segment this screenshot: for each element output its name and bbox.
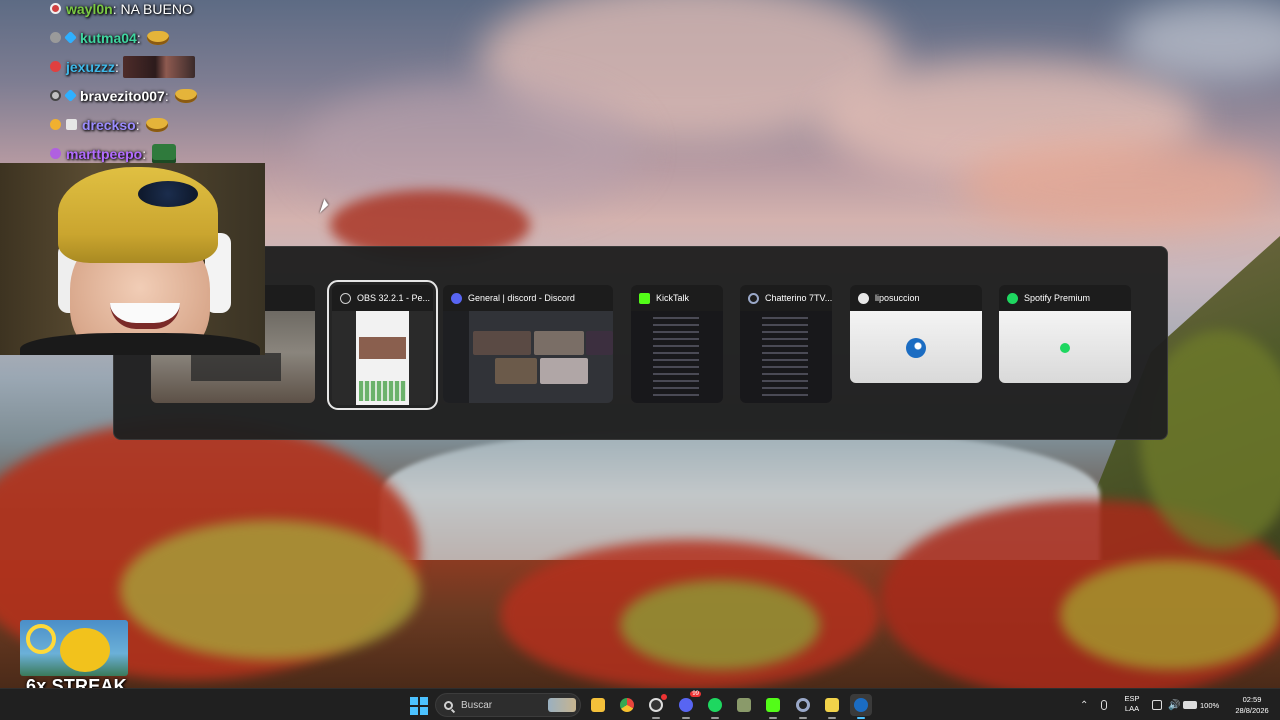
microphone-icon[interactable] bbox=[1101, 700, 1107, 710]
window-title: Chatterino 7TV... bbox=[765, 293, 832, 303]
language-indicator[interactable]: ESP LAA bbox=[1121, 694, 1143, 714]
switcher-window-steam[interactable]: liposuccion bbox=[850, 285, 982, 383]
switcher-window-obs[interactable]: OBS 32.2.1 - Pe... bbox=[327, 280, 438, 410]
window-title-bar: Spotify Premium bbox=[999, 285, 1131, 311]
window-thumbnail bbox=[443, 311, 613, 403]
chatterino-icon bbox=[796, 698, 810, 712]
obs-icon bbox=[649, 698, 663, 712]
chrome-button[interactable] bbox=[616, 694, 638, 716]
switcher-window-chatterino[interactable]: Chatterino 7TV... bbox=[740, 285, 832, 403]
chat-badge-icon bbox=[50, 148, 61, 159]
editor-button[interactable] bbox=[821, 694, 843, 719]
clock-time: 02:59 bbox=[1242, 695, 1262, 704]
stream-chat-overlay: wayl0n : NA BUENO kutma04 : jexuzzz : br… bbox=[50, 0, 280, 168]
kick-icon bbox=[766, 698, 780, 712]
game-icon bbox=[737, 698, 751, 712]
taskbar-search[interactable]: Buscar bbox=[435, 693, 581, 717]
spotify-icon bbox=[708, 698, 722, 712]
clock-date: 28/8/2026 bbox=[1235, 706, 1269, 715]
image-emote-icon bbox=[122, 55, 195, 78]
chat-badge-icon bbox=[50, 32, 61, 43]
steam-icon bbox=[858, 292, 869, 304]
emote-icon bbox=[146, 30, 169, 45]
folder-icon bbox=[591, 698, 605, 712]
start-button[interactable] bbox=[410, 697, 428, 715]
window-thumbnail bbox=[332, 311, 433, 405]
window-title-bar: OBS 32.2.1 - Pe... bbox=[332, 285, 433, 311]
chat-username: dreckso bbox=[82, 116, 136, 133]
battery-percent: 100% bbox=[1200, 700, 1220, 710]
window-thumbnail bbox=[631, 311, 723, 403]
emote-icon bbox=[145, 117, 168, 132]
spotify-button[interactable] bbox=[704, 694, 726, 719]
window-title-bar: KickTalk bbox=[631, 285, 723, 311]
window-title: OBS 32.2.1 - Pe... bbox=[357, 293, 431, 303]
chat-username: wayl0n bbox=[66, 0, 113, 17]
chat-username: jexuzzz bbox=[66, 58, 116, 75]
window-title-bar: liposuccion bbox=[850, 285, 982, 311]
taskbar: Buscar 99 ⌃ ESP LAA 🔊 100% 02:59 28/8/20… bbox=[0, 688, 1280, 720]
diamond-badge-icon bbox=[64, 31, 77, 44]
chat-username: kutma04 bbox=[80, 29, 137, 46]
system-clock[interactable]: 02:59 28/8/2026 bbox=[1226, 694, 1278, 716]
steam-icon bbox=[854, 698, 868, 712]
discord-notification-badge: 99 bbox=[690, 691, 701, 697]
chat-message: dreckso : bbox=[50, 110, 280, 139]
steam-button[interactable] bbox=[850, 694, 872, 719]
chat-badge-icon bbox=[50, 3, 61, 14]
discord-icon bbox=[451, 292, 462, 304]
chat-badge-icon bbox=[50, 119, 61, 130]
file-explorer-button[interactable] bbox=[587, 694, 609, 716]
search-icon bbox=[444, 700, 453, 710]
mod-badge-icon bbox=[66, 119, 77, 130]
window-thumbnail bbox=[850, 311, 982, 383]
chat-message: kutma04 : bbox=[50, 23, 280, 52]
chat-message: bravezito007 : bbox=[50, 81, 280, 110]
chat-username: marttpeepo bbox=[66, 145, 143, 162]
network-icon[interactable] bbox=[1152, 700, 1162, 710]
chat-message: jexuzzz : bbox=[50, 52, 280, 81]
window-title-bar: Chatterino 7TV... bbox=[740, 285, 832, 311]
window-title: liposuccion bbox=[875, 293, 920, 303]
search-highlight-image bbox=[548, 698, 576, 712]
window-thumbnail bbox=[740, 311, 832, 403]
discord-button[interactable]: 99 bbox=[675, 691, 701, 719]
volume-icon[interactable]: 🔊 bbox=[1168, 700, 1180, 711]
chat-badge-icon bbox=[50, 90, 61, 101]
diamond-badge-icon bbox=[64, 89, 77, 102]
discord-icon bbox=[679, 698, 693, 712]
task-switcher: OBS 32.2.1 - Pe... General | discord - D… bbox=[113, 246, 1168, 440]
window-title: General | discord - Discord bbox=[468, 293, 575, 303]
streak-image bbox=[20, 620, 128, 676]
search-placeholder: Buscar bbox=[461, 699, 493, 711]
window-thumbnail bbox=[999, 311, 1131, 383]
obs-icon bbox=[340, 292, 351, 304]
kicktalk-icon bbox=[639, 292, 650, 304]
battery-icon[interactable] bbox=[1183, 701, 1197, 709]
spotify-logo-icon bbox=[1060, 343, 1070, 353]
chat-message: wayl0n : NA BUENO bbox=[50, 0, 280, 23]
obs-button[interactable] bbox=[645, 694, 667, 719]
spotify-icon bbox=[1007, 292, 1018, 304]
emote-icon bbox=[174, 88, 197, 103]
steam-logo-icon bbox=[906, 338, 926, 358]
game-button[interactable] bbox=[733, 694, 755, 716]
window-title: Spotify Premium bbox=[1024, 293, 1091, 303]
switcher-window-spotify[interactable]: Spotify Premium bbox=[999, 285, 1131, 383]
chatterino-icon bbox=[748, 292, 759, 304]
emote-icon bbox=[152, 143, 177, 164]
chat-username: bravezito007 bbox=[80, 87, 165, 104]
switcher-window-kicktalk[interactable]: KickTalk bbox=[631, 285, 723, 403]
chat-text: NA BUENO bbox=[120, 0, 193, 17]
chat-badge-icon bbox=[50, 61, 61, 72]
chevron-up-icon[interactable]: ⌃ bbox=[1080, 700, 1088, 711]
chrome-icon bbox=[620, 698, 634, 712]
editor-icon bbox=[825, 698, 839, 712]
window-title: KickTalk bbox=[656, 293, 690, 303]
switcher-window-discord[interactable]: General | discord - Discord bbox=[443, 285, 613, 403]
window-title-bar: General | discord - Discord bbox=[443, 285, 613, 311]
chatterino-button[interactable] bbox=[792, 694, 814, 719]
webcam-overlay bbox=[0, 163, 265, 355]
kick-button[interactable] bbox=[762, 694, 784, 719]
